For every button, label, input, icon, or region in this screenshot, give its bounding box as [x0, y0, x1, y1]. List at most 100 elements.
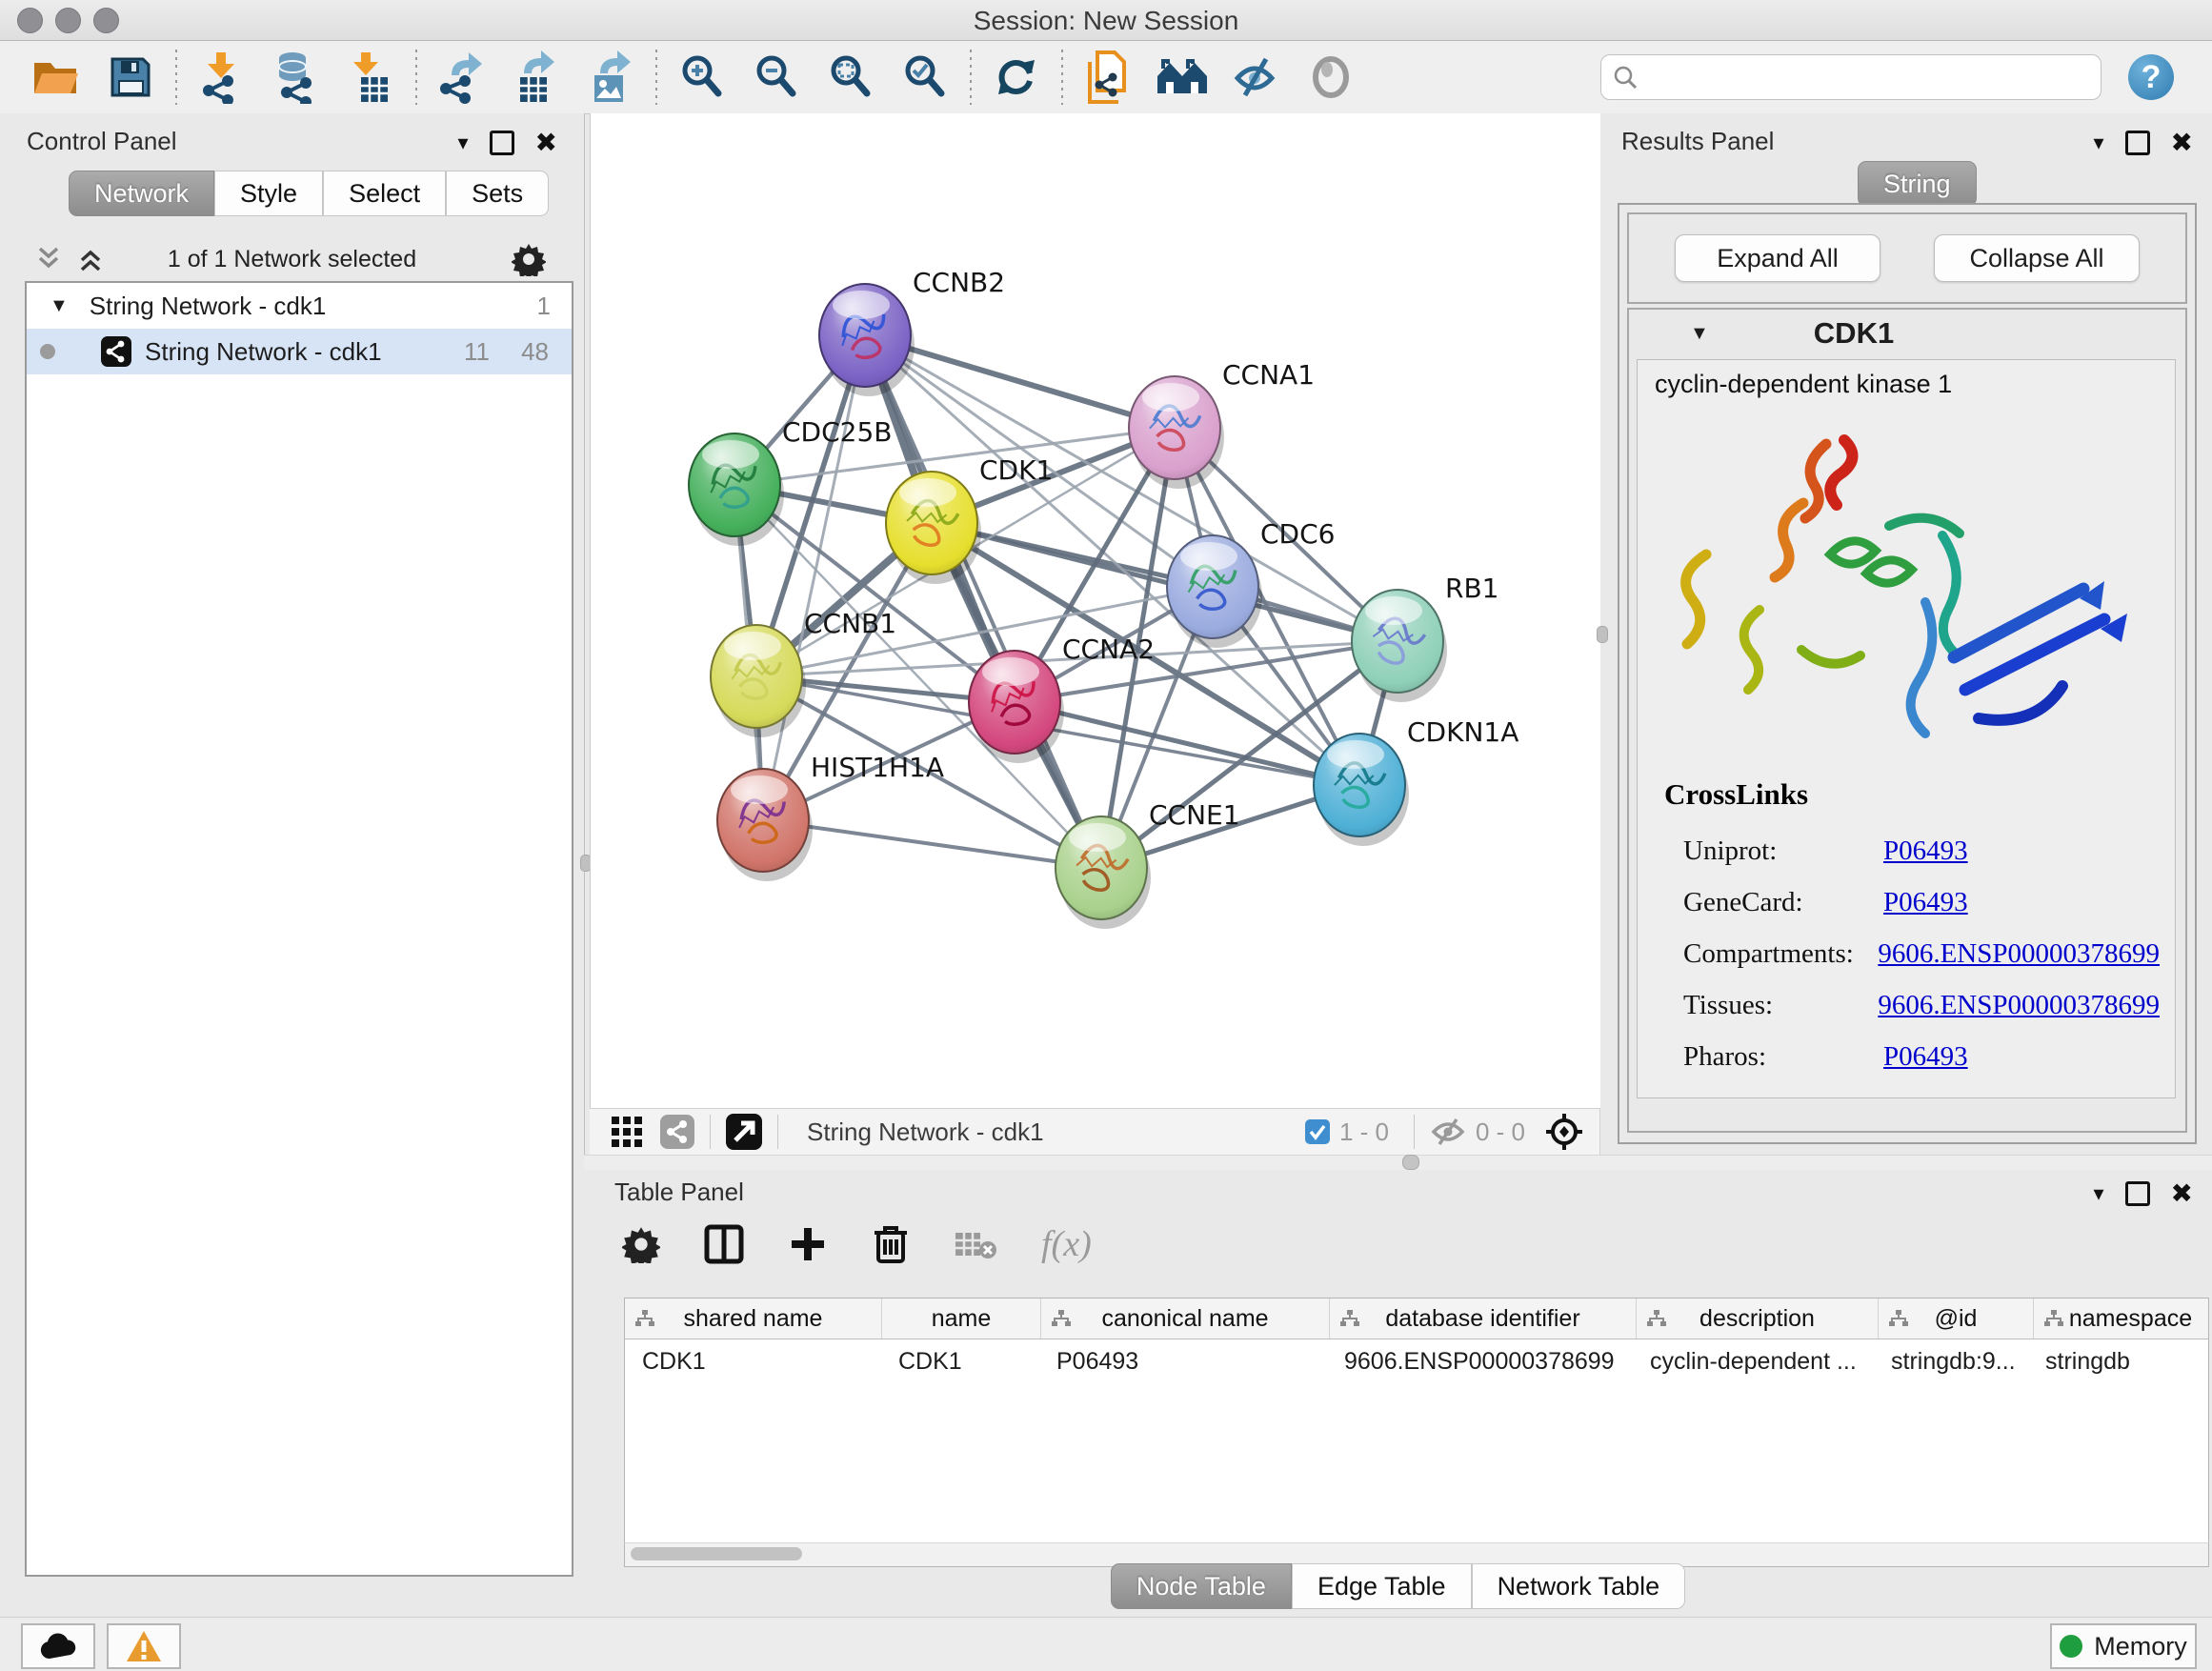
tab-network[interactable]: Network [69, 171, 214, 216]
detach-view-icon[interactable] [726, 1114, 762, 1150]
node-cdk1[interactable] [886, 472, 981, 584]
table-cell[interactable]: stringdb [2028, 1339, 2209, 1383]
table-options-gear-icon[interactable] [622, 1225, 660, 1263]
selected-checkbox-icon[interactable] [1305, 1119, 1330, 1144]
warnings-button[interactable] [107, 1623, 181, 1669]
panel-menu-icon[interactable]: ▾ [2093, 131, 2103, 155]
gene-name: CDK1 [1814, 316, 1894, 351]
close-panel-icon[interactable]: ✖ [535, 127, 557, 158]
collapse-all-button[interactable]: Collapse All [1934, 234, 2140, 282]
delete-column-trash-icon[interactable] [872, 1223, 910, 1265]
edge-ccnb2-ccne1[interactable] [865, 335, 1101, 868]
toolbar-separator [970, 50, 972, 105]
column-header-canonical-name[interactable]: canonical name [1041, 1299, 1330, 1339]
column-header-namespace[interactable]: namespace [2034, 1299, 2209, 1339]
network-row-selected[interactable]: String Network - cdk1 11 48 [27, 329, 572, 374]
node-cdkn1a[interactable] [1314, 734, 1409, 846]
document-network-icon [1084, 50, 1132, 104]
crosslink-link[interactable]: P06493 [1883, 836, 1968, 867]
collapse-gene-icon[interactable]: ▼ [1690, 323, 1709, 345]
tab-edge-table[interactable]: Edge Table [1292, 1563, 1472, 1609]
first-neighbors-button[interactable] [1145, 47, 1219, 108]
network-options-gear-icon[interactable] [512, 242, 546, 276]
tab-network-table[interactable]: Network Table [1472, 1563, 1686, 1609]
tab-style[interactable]: Style [214, 171, 323, 216]
memory-button[interactable]: Memory [2050, 1623, 2197, 1669]
horizontal-splitter-handle[interactable] [1402, 1155, 1419, 1170]
expand-all-button[interactable]: Expand All [1675, 234, 1880, 282]
search-input[interactable] [1638, 62, 2051, 93]
fit-selected-crosshair-icon[interactable] [1544, 1112, 1584, 1152]
table-cell[interactable]: CDK1 [881, 1339, 1039, 1383]
tab-string[interactable]: String [1858, 161, 1977, 207]
panel-menu-icon[interactable]: ▾ [2093, 1181, 2103, 1206]
export-network-button[interactable] [425, 47, 499, 108]
crosslink-link[interactable]: 9606.ENSP00000378699 [1878, 990, 2160, 1021]
add-column-icon[interactable] [788, 1224, 828, 1264]
table-cell[interactable]: cyclin-dependent ... [1633, 1339, 1874, 1383]
grid-view-icon[interactable] [611, 1116, 643, 1148]
float-panel-icon[interactable] [490, 131, 514, 155]
toolbar-separator [655, 50, 657, 105]
edge-hist1h1a-ccne1[interactable] [763, 820, 1101, 868]
import-table-file-button[interactable] [333, 47, 408, 108]
panel-menu-icon[interactable]: ▾ [457, 131, 468, 155]
show-graphics-details-button[interactable] [1294, 47, 1368, 108]
node-rb1[interactable] [1352, 590, 1447, 702]
save-session-button[interactable] [93, 47, 168, 108]
node-ccnb2[interactable] [819, 284, 915, 396]
search-box[interactable] [1600, 54, 2101, 100]
table-cell[interactable]: P06493 [1039, 1339, 1327, 1383]
network-canvas[interactable]: CCNB2CCNA1CDC25BCDK1CDC6RB1CCNB1CCNA2CDK… [590, 113, 1601, 1108]
new-network-from-selection-button[interactable] [1071, 47, 1145, 108]
right-splitter-handle[interactable] [1597, 626, 1608, 643]
table-cell[interactable]: stringdb:9... [1874, 1339, 2028, 1383]
refresh-view-button[interactable] [979, 47, 1054, 108]
column-header-name[interactable]: name [882, 1299, 1041, 1339]
show-columns-icon[interactable] [704, 1224, 744, 1264]
node-hist1h1a[interactable] [717, 769, 813, 881]
node-ccne1[interactable] [1056, 816, 1151, 929]
table-row[interactable]: CDK1CDK1P064939606.ENSP00000378699cyclin… [625, 1339, 2208, 1383]
scrollbar-thumb[interactable] [631, 1547, 802, 1560]
crosslink-link[interactable]: 9606.ENSP00000378699 [1878, 938, 2160, 970]
cloud-status-button[interactable] [21, 1623, 95, 1669]
node-label-cdk1: CDK1 [979, 454, 1053, 486]
open-session-button[interactable] [19, 47, 93, 108]
help-button[interactable]: ? [2128, 54, 2174, 100]
float-panel-icon[interactable] [2125, 1181, 2150, 1206]
export-image-button[interactable] [573, 47, 648, 108]
export-table-button[interactable] [499, 47, 573, 108]
zoom-selected-button[interactable] [888, 47, 962, 108]
import-network-database-button[interactable] [259, 47, 333, 108]
tab-select[interactable]: Select [323, 171, 446, 216]
node-cdc25b[interactable] [689, 433, 784, 546]
close-panel-icon[interactable]: ✖ [2171, 1178, 2193, 1209]
tab-node-table[interactable]: Node Table [1111, 1563, 1292, 1609]
column-header-id[interactable]: @id [1879, 1299, 2034, 1339]
column-header-shared-name[interactable]: shared name [625, 1299, 882, 1339]
column-header-description[interactable]: description [1637, 1299, 1879, 1339]
network-collection-row[interactable]: ▼ String Network - cdk1 1 [27, 283, 572, 329]
float-panel-icon[interactable] [2125, 131, 2150, 155]
crosslink-link[interactable]: P06493 [1883, 887, 1968, 918]
node-cdc6[interactable] [1167, 535, 1262, 648]
edge-ccnb2-hist1h1a[interactable] [763, 335, 865, 820]
node-ccna1[interactable] [1129, 376, 1224, 489]
table-cell[interactable]: CDK1 [625, 1339, 881, 1383]
crosslink-link[interactable]: P06493 [1883, 1041, 1968, 1073]
node-table[interactable]: shared namenamecanonical namedatabase id… [624, 1298, 2209, 1543]
table-tabs: Node TableEdge TableNetwork Table [584, 1563, 2212, 1609]
table-cell[interactable]: 9606.ENSP00000378699 [1327, 1339, 1633, 1383]
zoom-fit-button[interactable] [814, 47, 888, 108]
import-network-file-button[interactable] [185, 47, 259, 108]
tree-expand-icon[interactable]: ▼ [50, 295, 69, 317]
close-panel-icon[interactable]: ✖ [2171, 127, 2193, 158]
horizontal-splitter[interactable] [584, 1155, 2212, 1171]
hide-selected-button[interactable] [1219, 47, 1294, 108]
zoom-in-button[interactable] [665, 47, 739, 108]
tab-sets[interactable]: Sets [446, 171, 549, 216]
column-header-database-identifier[interactable]: database identifier [1330, 1299, 1637, 1339]
network-share-view-icon[interactable] [660, 1115, 694, 1149]
zoom-out-button[interactable] [739, 47, 814, 108]
